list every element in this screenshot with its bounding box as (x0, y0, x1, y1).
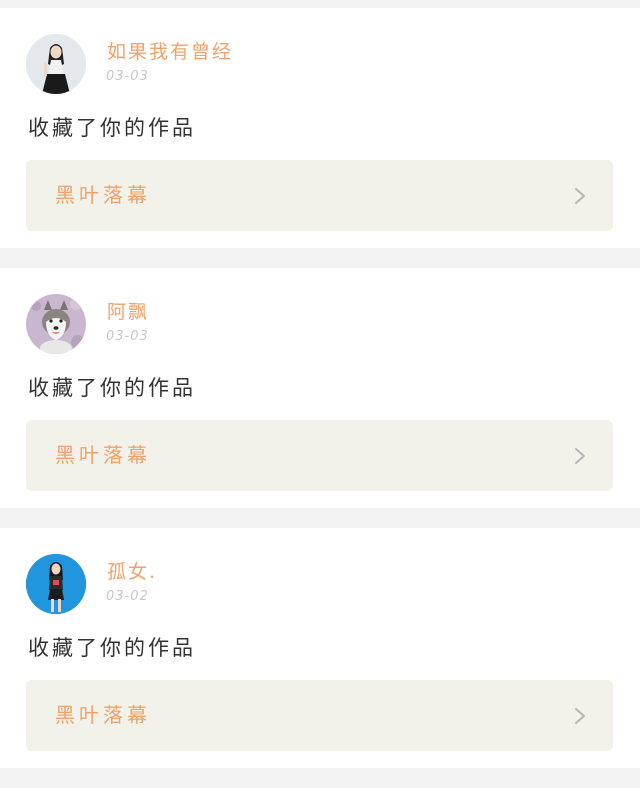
work-title: 黑叶落幕 (55, 703, 151, 727)
username[interactable]: 孤女. (107, 561, 157, 583)
user-avatar[interactable] (26, 34, 86, 94)
user-avatar[interactable] (26, 554, 86, 614)
timestamp: 03-03 (106, 329, 149, 344)
work-title: 黑叶落幕 (55, 183, 151, 207)
notification-card: 阿飘 03-03 收藏了你的作品 黑叶落幕 (0, 268, 640, 508)
work-link[interactable]: 黑叶落幕 (26, 680, 613, 751)
chevron-right-icon (575, 708, 585, 724)
notification-card: 孤女. 03-02 收藏了你的作品 黑叶落幕 (0, 528, 640, 768)
notification-card: 如果我有曾经 03-03 收藏了你的作品 黑叶落幕 (0, 8, 640, 248)
favorites-feed: 如果我有曾经 03-03 收藏了你的作品 黑叶落幕 阿飘 03-03 收藏了你的… (0, 8, 640, 788)
activity-text: 收藏了你的作品 (28, 636, 196, 660)
timestamp: 03-03 (106, 69, 149, 84)
husky-dog-icon (26, 294, 86, 354)
activity-text: 收藏了你的作品 (28, 376, 196, 400)
work-title: 黑叶落幕 (55, 443, 151, 467)
username[interactable]: 阿飘 (107, 301, 149, 323)
timestamp: 03-02 (106, 589, 149, 604)
avatar-girl-blue-icon (26, 554, 86, 614)
user-avatar[interactable] (26, 294, 86, 354)
username[interactable]: 如果我有曾经 (107, 41, 233, 63)
activity-text: 收藏了你的作品 (28, 116, 196, 140)
work-link[interactable]: 黑叶落幕 (26, 160, 613, 231)
avatar-girl-icon (26, 34, 86, 94)
work-link[interactable]: 黑叶落幕 (26, 420, 613, 491)
chevron-right-icon (575, 188, 585, 204)
chevron-right-icon (575, 448, 585, 464)
